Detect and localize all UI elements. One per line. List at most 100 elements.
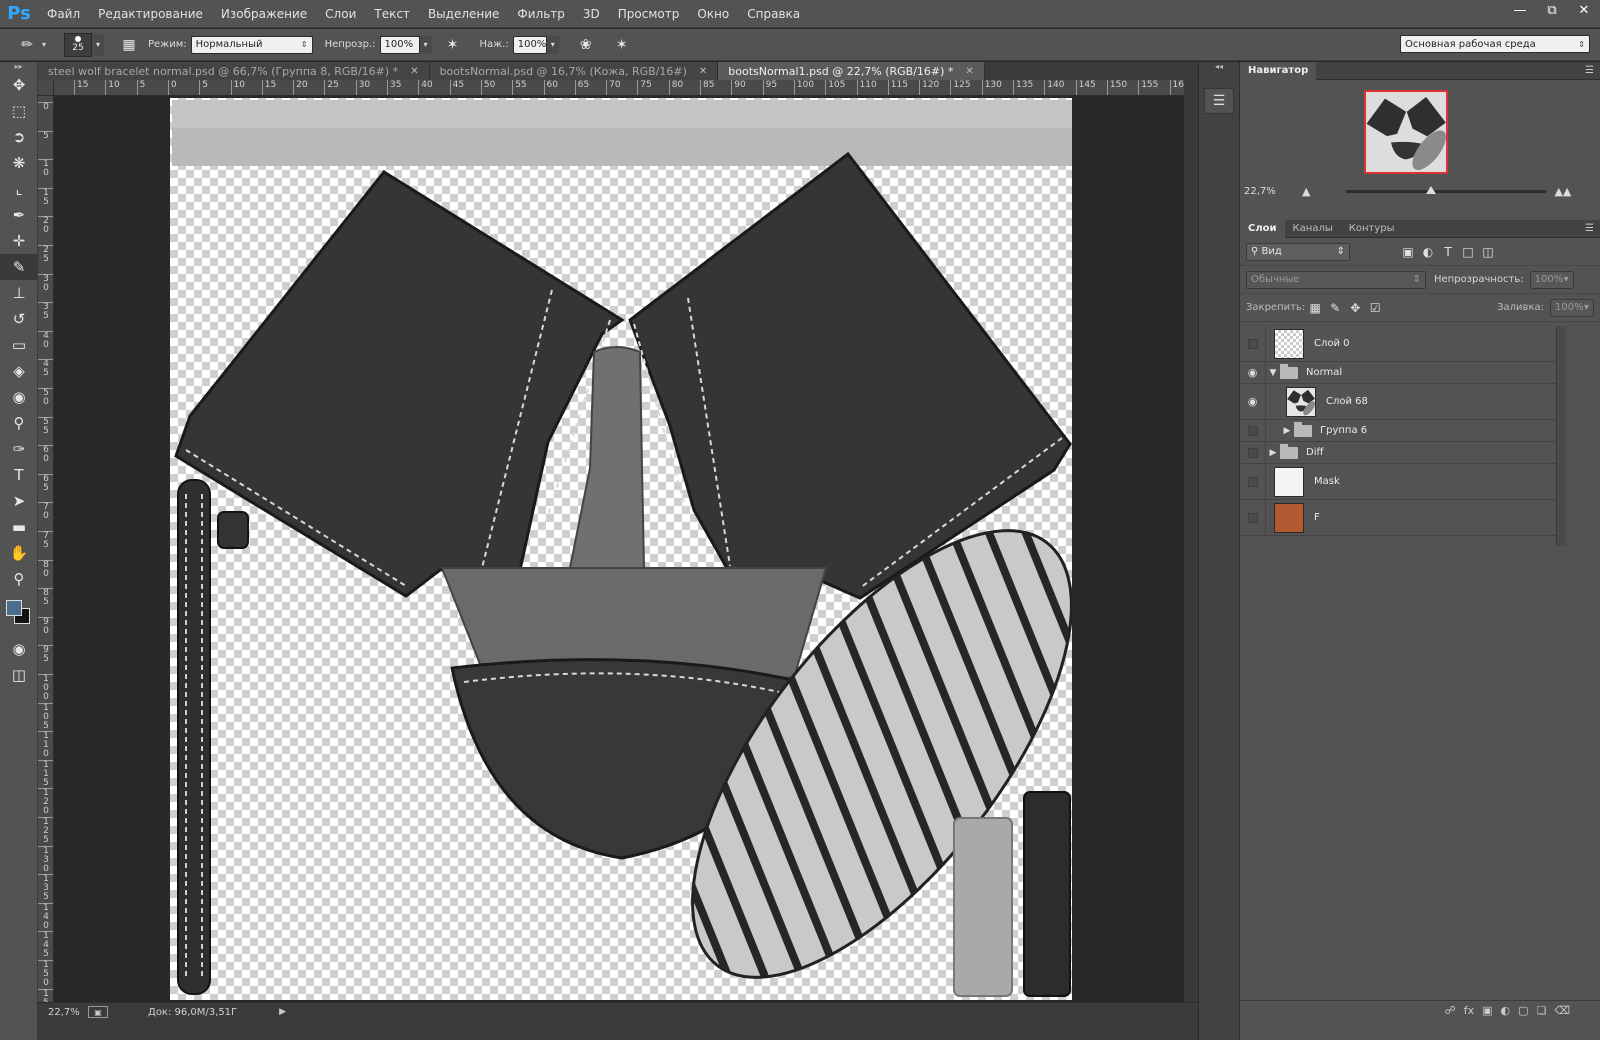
group-expanded-icon[interactable]: ▼ (1266, 368, 1280, 378)
mode-select[interactable]: Нормальный ⇕ (190, 35, 313, 54)
dock-collapse-icon[interactable]: ◂◂ (1199, 62, 1239, 74)
tab-paths[interactable]: Контуры (1341, 220, 1403, 238)
tab-boots-normal[interactable]: bootsNormal.psd @ 16,7% (Кожа, RGB/16#) ✕ (429, 62, 719, 80)
properties-panel-icon[interactable]: ☰ (1204, 88, 1234, 114)
layer-name[interactable]: Слой 68 (1326, 396, 1368, 407)
lock-image-icon[interactable]: ✎ (1325, 299, 1345, 317)
ruler-origin[interactable] (38, 80, 54, 96)
navigator-preview[interactable] (1364, 90, 1448, 174)
menu-help[interactable]: Справка (738, 0, 809, 28)
close-tab-icon[interactable]: ✕ (699, 66, 707, 77)
navigator-zoom-slider[interactable] (1346, 185, 1547, 194)
opacity-input[interactable]: 100% (379, 35, 420, 54)
close-icon[interactable]: ✕ (1568, 0, 1600, 20)
layer-row-sloi-68[interactable]: ◉ Слой 68 (1240, 384, 1556, 420)
close-tab-icon[interactable]: ✕ (410, 66, 418, 77)
lock-all-icon[interactable]: ☑ (1365, 299, 1385, 317)
filter-smart-object-icon[interactable]: ◫ (1478, 243, 1498, 261)
menu-3d[interactable]: 3D (574, 0, 609, 28)
layer-name[interactable]: Mask (1314, 476, 1340, 487)
filter-pixel-icon[interactable]: ▣ (1398, 243, 1418, 261)
canvas-area[interactable] (54, 96, 1184, 1002)
lasso-tool-icon[interactable]: ➲ (0, 124, 38, 150)
visibility-toggle[interactable] (1240, 326, 1266, 361)
history-brush-tool-icon[interactable]: ↺ (0, 306, 38, 332)
workspace-select[interactable]: Основная рабочая среда ⇕ (1400, 35, 1590, 53)
group-collapsed-icon[interactable]: ▶ (1266, 448, 1280, 458)
brush-picker-dropdown-icon[interactable]: ▾ (92, 33, 104, 56)
menu-layers[interactable]: Слои (316, 0, 365, 28)
horizontal-ruler[interactable]: 15 10 5 0 5 10 15 20 25 30 35 40 45 50 55 60 65 70 75 80 85 9… (54, 80, 1184, 96)
dodge-tool-icon[interactable]: ⚲ (0, 410, 38, 436)
quick-mask-icon[interactable]: ◉ (0, 636, 38, 662)
eyedropper-tool-icon[interactable]: ✒ (0, 202, 38, 228)
type-tool-icon[interactable]: T (0, 462, 38, 488)
link-layers-icon[interactable]: ☍ (1445, 1004, 1456, 1017)
navigator-zoom-value[interactable]: 22,7% (1240, 186, 1294, 197)
layer-filter-select[interactable]: ⚲ Вид ⇕ (1246, 242, 1350, 261)
airbrush-icon[interactable]: ❀ (575, 34, 597, 56)
status-zoom[interactable]: 22,7% (38, 1007, 88, 1018)
adjustment-layer-icon[interactable]: ◐ (1501, 1004, 1511, 1017)
brush-tool-icon[interactable]: ✎ (0, 254, 38, 280)
opacity-pressure-icon[interactable]: ✶ (442, 34, 464, 56)
menu-file[interactable]: Файл (38, 0, 89, 28)
menu-window[interactable]: Окно (688, 0, 738, 28)
layer-name[interactable]: Normal (1306, 367, 1342, 378)
restore-icon[interactable]: ⧉ (1536, 0, 1568, 20)
marquee-tool-icon[interactable]: ⬚ (0, 98, 38, 124)
brush-tool-preset-icon[interactable]: ✏ (16, 34, 38, 56)
visibility-toggle[interactable]: ◉ (1240, 384, 1266, 419)
layers-scrollbar[interactable] (1556, 326, 1566, 546)
document-canvas[interactable] (170, 98, 1072, 1000)
visibility-toggle[interactable]: ◉ (1240, 362, 1266, 383)
path-selection-tool-icon[interactable]: ➤ (0, 488, 38, 514)
clone-stamp-tool-icon[interactable]: ⊥ (0, 280, 38, 306)
brush-panel-toggle-icon[interactable]: ▦ (118, 34, 140, 56)
healing-brush-tool-icon[interactable]: ✛ (0, 228, 38, 254)
minimize-icon[interactable]: — (1504, 0, 1536, 20)
tab-layers[interactable]: Слои (1240, 219, 1285, 238)
layer-row-gruppa-6[interactable]: ▶ Группа 6 (1240, 420, 1556, 442)
visibility-toggle[interactable] (1240, 500, 1266, 535)
panel-menu-icon[interactable]: ☰ (1585, 223, 1600, 234)
layer-row-f[interactable]: F (1240, 500, 1556, 536)
visibility-toggle[interactable] (1240, 442, 1266, 463)
menu-filter[interactable]: Фильтр (508, 0, 573, 28)
pressure-input[interactable]: 100% (512, 35, 547, 54)
zoom-in-icon[interactable]: ▲▲ (1554, 185, 1571, 198)
blend-mode-select[interactable]: Обычные ⇕ (1246, 270, 1426, 289)
status-menu-arrow-icon[interactable]: ▶ (279, 1007, 286, 1017)
visibility-toggle[interactable] (1240, 420, 1266, 441)
filter-type-icon[interactable]: T (1438, 243, 1458, 261)
foreground-color-swatch[interactable] (6, 600, 22, 616)
layer-row-diff-group[interactable]: ▶ Diff (1240, 442, 1556, 464)
add-mask-icon[interactable]: ▣ (1482, 1004, 1492, 1017)
paint-bucket-tool-icon[interactable]: ◈ (0, 358, 38, 384)
layer-name[interactable]: Группа 6 (1320, 425, 1367, 436)
filter-shape-icon[interactable]: □ (1458, 243, 1478, 261)
tab-boots-normal1[interactable]: bootsNormal1.psd @ 22,7% (RGB/16#) * ✕ (718, 62, 985, 80)
tab-navigator[interactable]: Навигатор (1240, 61, 1317, 80)
layer-name[interactable]: Diff (1306, 447, 1323, 458)
layer-style-icon[interactable]: fx (1464, 1004, 1474, 1017)
screen-mode-icon[interactable]: ◫ (0, 662, 38, 688)
menu-image[interactable]: Изображение (212, 0, 316, 28)
menu-select[interactable]: Выделение (419, 0, 508, 28)
menu-text[interactable]: Текст (365, 0, 419, 28)
zoom-out-icon[interactable]: ▲ (1302, 185, 1310, 198)
pressure-dropdown-icon[interactable]: ▾ (546, 35, 559, 54)
group-collapsed-icon[interactable]: ▶ (1280, 426, 1294, 436)
eraser-tool-icon[interactable]: ▭ (0, 332, 38, 358)
panel-menu-icon[interactable]: ☰ (1585, 65, 1600, 76)
layer-row-normal-group[interactable]: ◉ ▼ Normal (1240, 362, 1556, 384)
tab-channels[interactable]: Каналы (1285, 220, 1341, 238)
vertical-ruler[interactable]: 0 5 1 0 1 5 2 0 2 5 3 0 3 5 4 0 4 5 5 0 5 5 6 0 6 5 7 … (38, 96, 54, 1002)
hand-tool-icon[interactable]: ✋ (0, 540, 38, 566)
filter-adjustment-icon[interactable]: ◐ (1418, 243, 1438, 261)
magic-wand-tool-icon[interactable]: ❋ (0, 150, 38, 176)
visibility-toggle[interactable] (1240, 464, 1266, 499)
lock-position-icon[interactable]: ✥ (1345, 299, 1365, 317)
pen-tool-icon[interactable]: ✑ (0, 436, 38, 462)
zoom-tool-icon[interactable]: ⚲ (0, 566, 38, 592)
